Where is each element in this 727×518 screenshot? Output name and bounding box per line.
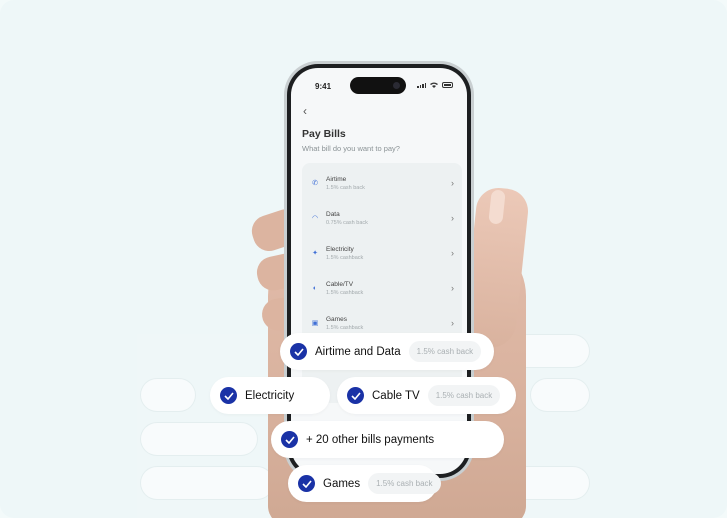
bill-label: Electricity [326,245,354,253]
phone-mockup: 9:41 ‹ Pay Bills What bill do you want t… [284,61,474,481]
cashback-tag: 1.5% cash back [427,385,501,406]
page-subtitle: What bill do you want to pay? [302,144,400,153]
bill-item-electricity[interactable]: ✦ Electricity 1.5% cashback › [310,239,454,267]
dynamic-island [350,77,406,94]
bill-cashback: 1.5% cashback [326,324,364,331]
bill-item-cable-tv[interactable]: ◐ Cable/TV 1.5% cashback › [310,274,454,302]
check-icon [298,475,315,492]
feature-pill-electricity: Electricity [210,377,330,414]
bill-cashback: 1.5% cashback [326,254,364,261]
bulb-icon: ✦ [312,250,318,257]
chevron-right-icon: › [451,178,454,188]
signal-icon [417,82,426,88]
feature-pill-airtime-data: Airtime and Data 1.5% cash back [280,333,494,370]
status-time: 9:41 [315,82,332,91]
faded-pill [140,466,274,500]
feature-label: + 20 other bills payments [306,433,435,446]
cashback-tag: 1.5% cash back [368,473,441,494]
feature-label: Airtime and Data [315,345,401,358]
page-title: Pay Bills [302,128,346,140]
cashback-tag: 1.5% cash back [408,341,482,362]
feature-pill-games: Games 1.5% cash back [288,465,441,502]
phone-icon: ✆ [312,180,318,187]
feature-label: Games [323,477,361,490]
feature-label: Cable TV [372,389,420,402]
check-icon [281,431,298,448]
feature-pill-cable-tv: Cable TV 1.5% cash back [337,377,516,414]
bill-item-airtime[interactable]: ✆ Airtime 1.5% cash back › [310,169,454,197]
gamepad-icon: ▣ [311,320,319,327]
check-icon [347,387,364,404]
wifi-status-icon [430,82,438,88]
satellite-icon: ◐ [312,284,318,292]
bill-label: Cable/TV [326,280,354,288]
check-icon [290,343,307,360]
bill-item-data[interactable]: ◠ Data 0.75% cash back › [310,204,454,232]
faded-pill [140,422,258,456]
chevron-right-icon: › [451,318,454,328]
battery-icon [442,82,453,88]
phone-frame: 9:41 ‹ Pay Bills What bill do you want t… [287,64,471,478]
bill-cashback: 0.75% cash back [326,219,368,226]
bill-cashback: 1.5% cash back [326,184,365,191]
chevron-left-icon[interactable]: ‹ [303,104,307,118]
bill-label: Airtime [326,175,347,183]
chevron-right-icon: › [451,283,454,293]
bill-label: Games [326,315,347,323]
chevron-right-icon: › [451,213,454,223]
faded-pill [140,378,196,412]
bill-cashback: 1.5% cashback [326,289,364,296]
check-icon [220,387,237,404]
bill-label: Data [326,210,340,218]
faded-pill [530,378,590,412]
chevron-right-icon: › [451,248,454,258]
camera-icon [393,82,400,89]
feature-label: Electricity [245,389,295,402]
wifi-icon: ◠ [311,215,319,222]
feature-pill-other-bills: + 20 other bills payments [271,421,504,458]
status-icons [417,82,453,88]
